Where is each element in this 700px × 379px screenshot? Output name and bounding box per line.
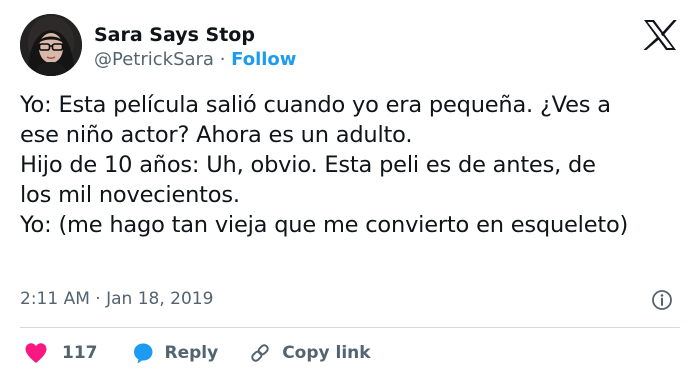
tweet-timestamp[interactable]: 2:11 AM · Jan 18, 2019 <box>20 287 213 311</box>
divider <box>20 327 680 328</box>
tweet-line: ese niño actor? Ahora es un adulto. <box>20 122 413 148</box>
tweet-line: Yo: Esta película salió cuando yo era pe… <box>20 92 611 118</box>
like-count: 117 <box>62 343 98 363</box>
info-icon[interactable] <box>651 289 673 311</box>
tweet-line: Hijo de 10 años: Uh, obvio. Esta peli es… <box>20 152 596 178</box>
like-button[interactable]: 117 <box>24 342 98 364</box>
tweet-card: Sara Says Stop @PetrickSara · Follow Yo:… <box>0 0 700 379</box>
avatar-photo <box>20 14 82 76</box>
speech-bubble-icon <box>133 343 152 364</box>
follow-button[interactable]: Follow <box>231 49 296 70</box>
action-bar: 117 Reply Copy link <box>20 339 371 367</box>
display-name[interactable]: Sara Says Stop <box>94 23 255 47</box>
link-icon <box>251 344 269 362</box>
tweet-text: Yo: Esta película salió cuando yo era pe… <box>20 90 690 240</box>
tweet-line: Yo: (me hago tan vieja que me convierto … <box>20 212 629 238</box>
reply-button[interactable]: Reply <box>131 341 219 365</box>
user-handle[interactable]: @PetrickSara <box>94 49 214 70</box>
heart-icon <box>25 343 47 363</box>
separator-dot: · <box>219 49 226 70</box>
reply-label: Reply <box>164 343 219 363</box>
copy-link-button[interactable]: Copy link <box>248 341 371 365</box>
x-logo-icon[interactable] <box>642 19 678 51</box>
handle-row: @PetrickSara · Follow <box>94 48 296 72</box>
avatar[interactable] <box>20 14 82 76</box>
copy-link-label: Copy link <box>282 343 371 363</box>
tweet-line: los mil novecientos. <box>20 182 240 208</box>
